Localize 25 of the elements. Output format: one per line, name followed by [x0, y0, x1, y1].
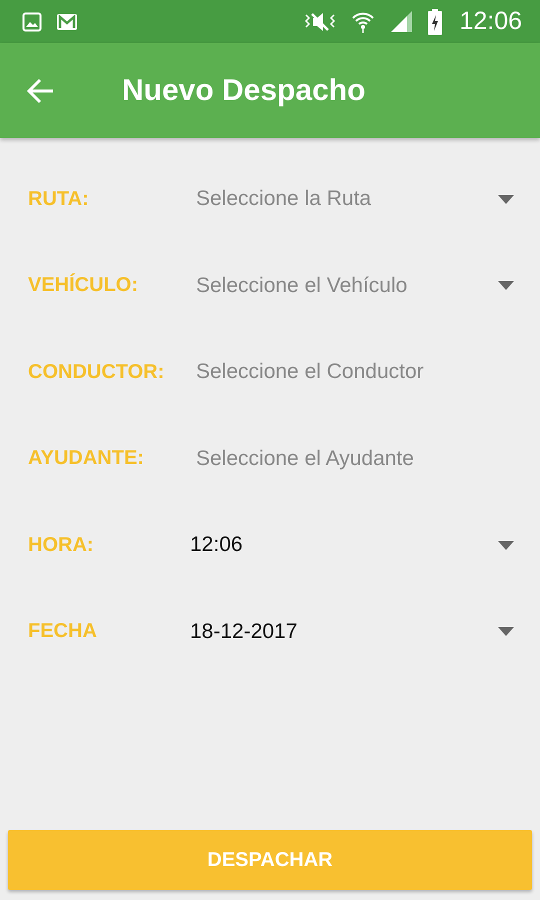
dispatch-button[interactable]: DESPACHAR: [8, 830, 532, 890]
status-time: 12:06: [459, 7, 522, 36]
back-arrow-icon[interactable]: [27, 78, 55, 104]
input-field[interactable]: Seleccione el Ayudante: [196, 436, 518, 481]
caret-icon: [498, 540, 514, 550]
mail-icon: [56, 12, 78, 30]
dropdown[interactable]: Seleccione la Ruta: [196, 177, 518, 222]
battery-charging-icon: [427, 8, 444, 34]
field-label: VEHÍCULO:: [28, 274, 139, 298]
caret-icon: [498, 281, 514, 290]
screen-title: Nuevo Despacho: [122, 74, 366, 108]
field-label: RUTA:: [28, 188, 90, 211]
mute-icon: [303, 10, 338, 32]
caret-icon: [498, 194, 514, 204]
field-label: CONDUCTOR:: [28, 360, 166, 384]
field-label: HORA:: [28, 534, 95, 557]
input-field[interactable]: Seleccione el Conductor: [196, 350, 518, 394]
caret-icon: [498, 627, 514, 636]
gallery-icon: [22, 12, 42, 32]
dropdown[interactable]: 12:06: [190, 523, 518, 568]
field-label: AYUDANTE:: [28, 447, 145, 470]
dropdown[interactable]: Seleccione el Vehículo: [196, 264, 518, 308]
signal-icon: [389, 10, 414, 34]
dropdown[interactable]: 18-12-2017: [190, 610, 518, 654]
field-label: FECHA: [28, 620, 98, 644]
